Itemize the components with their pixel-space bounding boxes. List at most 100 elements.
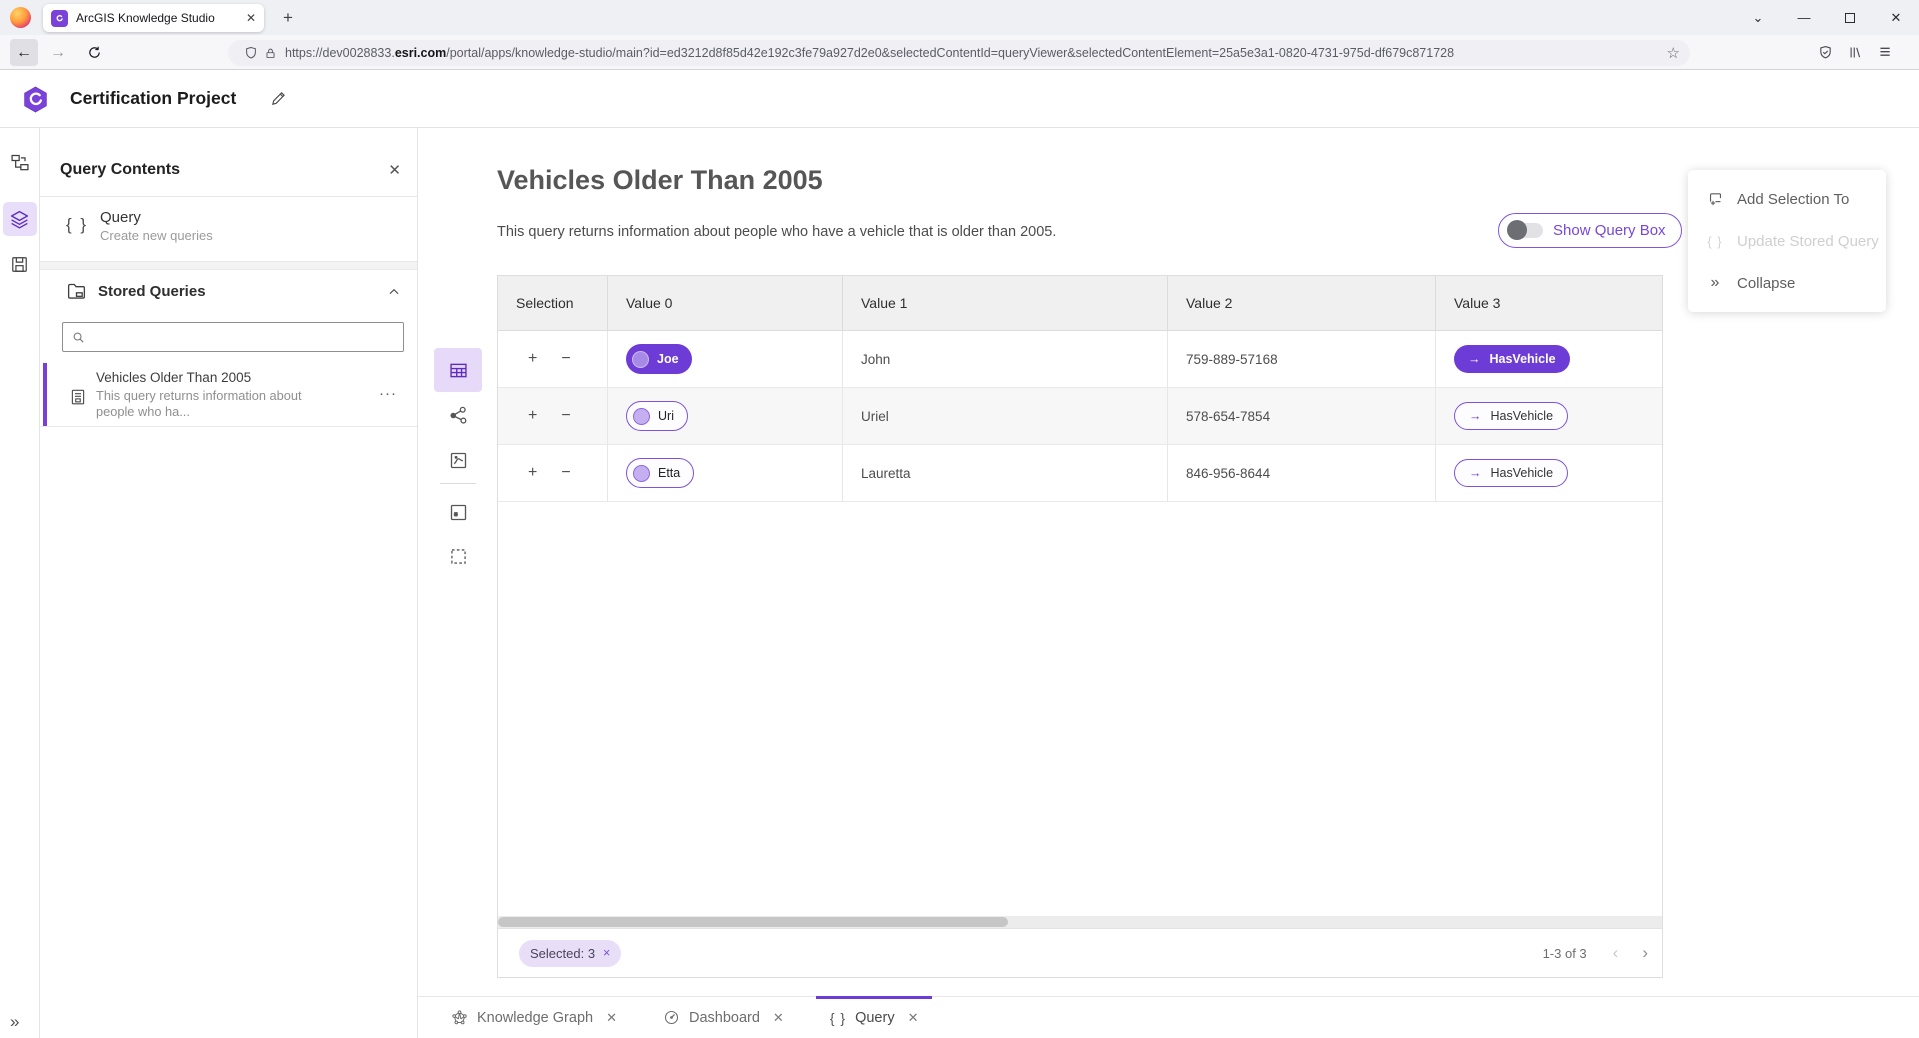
- table-row[interactable]: + − Uri Uriel 578-654-7854 →HasVehicle: [498, 388, 1662, 445]
- column-header[interactable]: Value 0: [608, 276, 843, 330]
- more-options-icon[interactable]: ···: [379, 385, 397, 402]
- tab-knowledge-graph[interactable]: Knowledge Graph ✕: [437, 997, 631, 1038]
- column-header[interactable]: Value 3: [1436, 276, 1662, 330]
- lock-icon[interactable]: [264, 47, 277, 60]
- section-divider: [40, 262, 417, 270]
- tab-close-icon[interactable]: ✕: [773, 1010, 784, 1026]
- toggle-knob: [1507, 220, 1527, 240]
- tab-close-icon[interactable]: ✕: [908, 1010, 919, 1026]
- entity-chip[interactable]: Joe: [626, 344, 692, 374]
- results-table: Selection Value 0 Value 1 Value 2 Value …: [497, 275, 1663, 978]
- map-view-button[interactable]: [434, 438, 482, 482]
- toggle-switch[interactable]: [1509, 223, 1543, 238]
- query-contents-panel: Query Contents ✕ { } Query Create new qu…: [40, 128, 418, 1038]
- menu-item-add-selection-to[interactable]: Add Selection To: [1688, 178, 1886, 220]
- list-tabs-icon[interactable]: ⌄: [1735, 0, 1781, 35]
- data-model-button[interactable]: [3, 146, 37, 180]
- search-input[interactable]: [93, 330, 395, 345]
- tab-label: Dashboard: [689, 1010, 760, 1026]
- relationship-chip[interactable]: →HasVehicle: [1454, 345, 1570, 373]
- tab-label: Query: [855, 1010, 895, 1026]
- stored-queries-header[interactable]: Stored Queries: [40, 270, 417, 314]
- url-text[interactable]: https://dev0028833.esri.com/portal/apps/…: [285, 46, 1661, 60]
- tab-query[interactable]: { } Query ✕: [816, 997, 933, 1038]
- show-query-box-toggle[interactable]: Show Query Box: [1498, 213, 1682, 248]
- table-row[interactable]: + − Etta Lauretta 846-956-8644 →HasVehic…: [498, 445, 1662, 502]
- knowledge-graph-icon: [451, 1009, 468, 1026]
- horizontal-scrollbar[interactable]: [498, 916, 1662, 928]
- entity-cell: Etta: [608, 445, 843, 501]
- back-button[interactable]: ←: [10, 39, 38, 66]
- reload-button[interactable]: [80, 39, 108, 66]
- expand-panel-button[interactable]: »: [10, 1012, 18, 1032]
- entity-label: Etta: [658, 466, 680, 480]
- add-to-selection-button[interactable]: +: [528, 408, 537, 424]
- bookmark-star-icon[interactable]: ☆: [1667, 44, 1680, 62]
- new-tab-button[interactable]: +: [276, 6, 300, 30]
- clear-selection-icon[interactable]: ×: [603, 946, 610, 960]
- arcgis-knowledge-logo-icon[interactable]: [22, 86, 49, 113]
- entity-label: Joe: [657, 352, 679, 366]
- menu-item-collapse[interactable]: » Collapse: [1688, 262, 1886, 304]
- stored-query-item[interactable]: Vehicles Older Than 2005 This query retu…: [40, 363, 417, 427]
- minimize-button[interactable]: —: [1781, 0, 1827, 35]
- relationship-cell: →HasVehicle: [1436, 331, 1662, 387]
- relationship-chip[interactable]: →HasVehicle: [1454, 459, 1568, 487]
- relationship-chip[interactable]: →HasVehicle: [1454, 402, 1568, 430]
- previous-page-icon[interactable]: ‹: [1613, 943, 1619, 963]
- select-tool-button[interactable]: [434, 534, 482, 578]
- table-row[interactable]: + − Joe John 759-889-57168 →HasVehicle: [498, 331, 1662, 388]
- relationship-cell: →HasVehicle: [1436, 445, 1662, 501]
- remove-from-selection-button[interactable]: −: [561, 408, 570, 424]
- panel-close-icon[interactable]: ✕: [388, 161, 401, 179]
- shield-icon[interactable]: [244, 46, 258, 60]
- query-item-subtitle: Create new queries: [100, 228, 213, 243]
- value-cell: John: [843, 331, 1168, 387]
- close-window-button[interactable]: ✕: [1873, 0, 1919, 35]
- scrollbar-thumb[interactable]: [498, 917, 1008, 927]
- maximize-icon: [1845, 13, 1855, 23]
- new-map-button[interactable]: [434, 490, 482, 534]
- selected-count-chip[interactable]: Selected: 3 ×: [519, 940, 621, 967]
- query-list-item[interactable]: { } Query Create new queries: [40, 197, 417, 262]
- save-button[interactable]: [3, 247, 37, 281]
- tab-close-icon[interactable]: ✕: [606, 1010, 617, 1026]
- menu-item-update-stored-query[interactable]: { } Update Stored Query: [1688, 220, 1886, 262]
- table-empty-space: [498, 502, 1662, 916]
- link-chart-button[interactable]: [434, 393, 482, 437]
- maximize-button[interactable]: [1827, 0, 1873, 35]
- query-result-description: This query returns information about peo…: [497, 224, 1056, 240]
- entity-chip[interactable]: Uri: [626, 401, 688, 431]
- url-bar[interactable]: https://dev0028833.esri.com/portal/apps/…: [228, 40, 1690, 66]
- menu-item-label: Update Stored Query: [1737, 233, 1879, 250]
- table-view-button[interactable]: [434, 348, 482, 392]
- value-cell: Uriel: [843, 388, 1168, 444]
- library-icon[interactable]: [1840, 39, 1870, 66]
- hamburger-menu-icon[interactable]: ≡: [1870, 39, 1900, 66]
- relationship-label: HasVehicle: [1491, 466, 1554, 480]
- column-header[interactable]: Value 1: [843, 276, 1168, 330]
- entity-chip[interactable]: Etta: [626, 458, 694, 488]
- relationship-label: HasVehicle: [1490, 352, 1556, 366]
- stored-queries-searchbox[interactable]: [62, 322, 404, 352]
- chevron-up-icon[interactable]: [387, 285, 401, 299]
- edit-title-icon[interactable]: [270, 90, 287, 107]
- tab-dashboard[interactable]: Dashboard ✕: [649, 997, 798, 1038]
- tab-close-icon[interactable]: ✕: [246, 11, 256, 25]
- toolbar-divider: [440, 483, 476, 484]
- column-header[interactable]: Selection: [498, 276, 608, 330]
- forward-button[interactable]: →: [44, 39, 72, 66]
- remove-from-selection-button[interactable]: −: [561, 465, 570, 481]
- entity-cell: Uri: [608, 388, 843, 444]
- selection-cell: + −: [498, 445, 608, 501]
- firefox-icon[interactable]: [10, 7, 31, 28]
- shield-check-icon[interactable]: [1810, 39, 1840, 66]
- layers-button[interactable]: [3, 202, 37, 236]
- pagination-label: 1-3 of 3: [1543, 946, 1587, 961]
- next-page-icon[interactable]: ›: [1642, 943, 1648, 963]
- add-to-selection-button[interactable]: +: [528, 465, 537, 481]
- remove-from-selection-button[interactable]: −: [561, 351, 570, 367]
- column-header[interactable]: Value 2: [1168, 276, 1436, 330]
- browser-tab[interactable]: ArcGIS Knowledge Studio ✕: [43, 4, 264, 32]
- add-to-selection-button[interactable]: +: [528, 351, 537, 367]
